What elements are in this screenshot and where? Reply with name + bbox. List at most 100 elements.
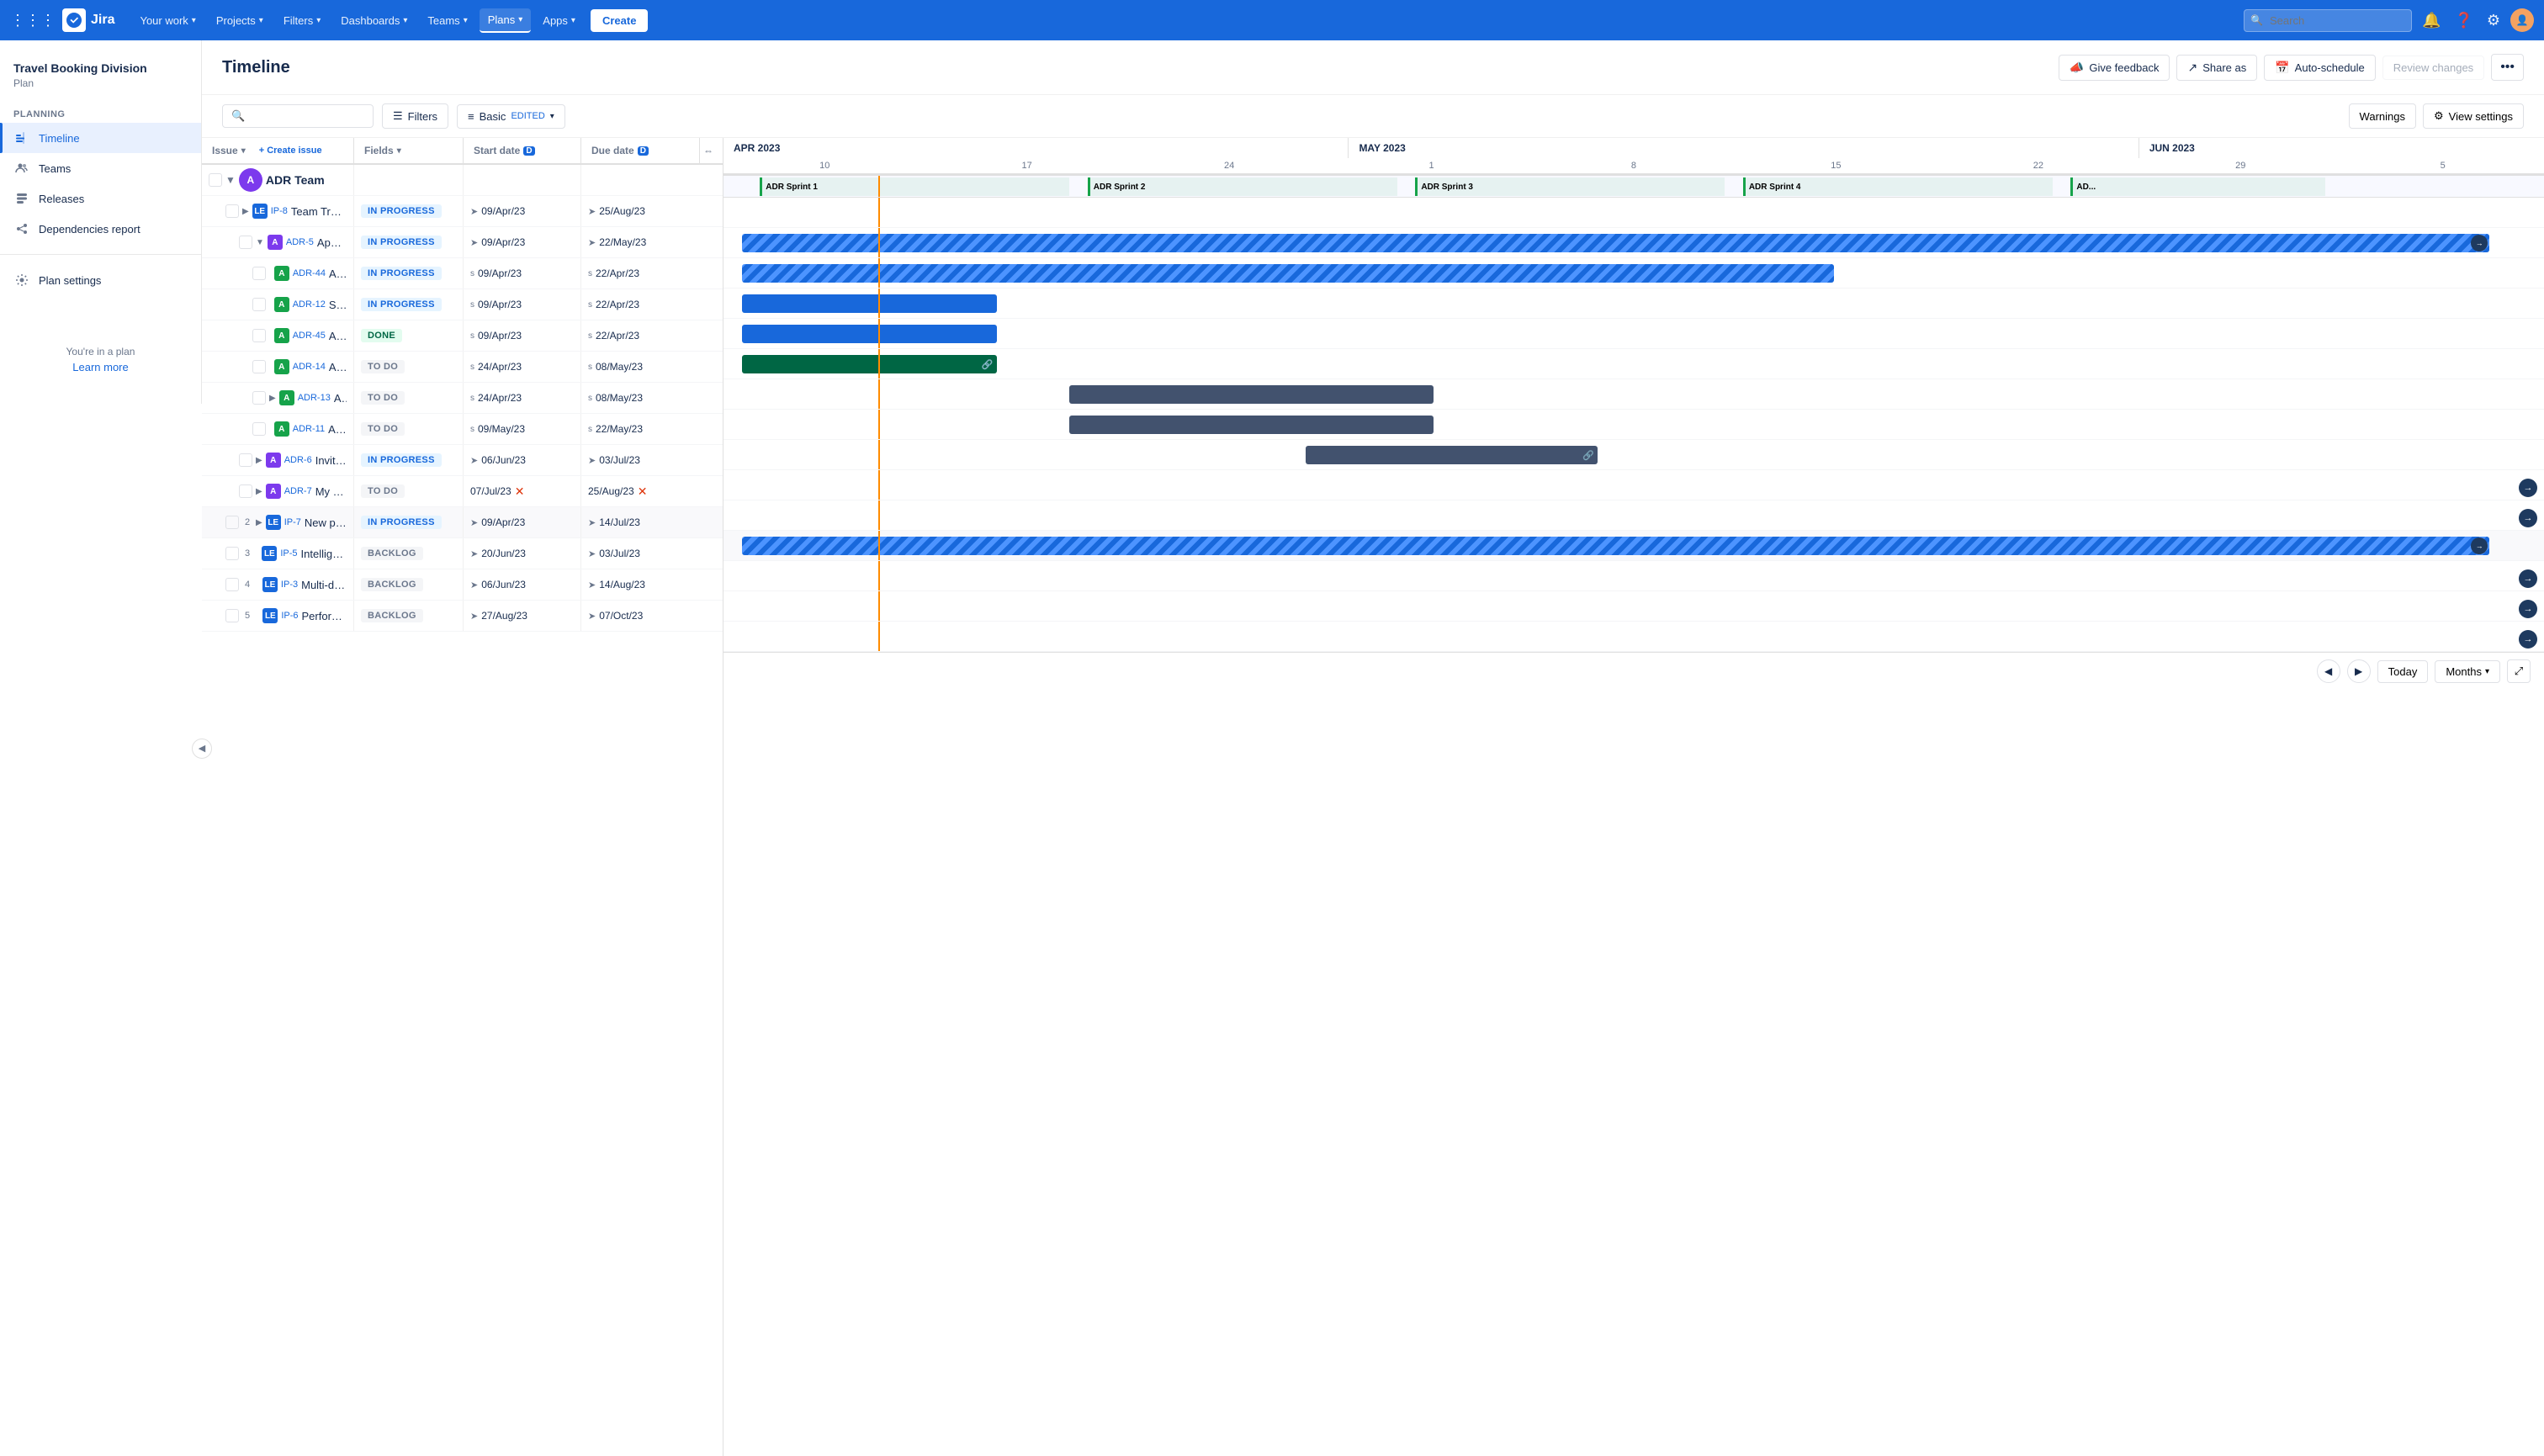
issue-id[interactable]: ADR-12 xyxy=(293,299,326,310)
give-feedback-button[interactable]: 📣 Give feedback xyxy=(2059,55,2170,81)
timeline-search[interactable]: 🔍 xyxy=(222,104,374,128)
expand-icon[interactable]: ▼ xyxy=(225,174,236,186)
gantt-bar-arrow: → xyxy=(2471,235,2488,251)
expand-icon[interactable]: ▶ xyxy=(256,456,262,465)
expand-icon[interactable]: ▼ xyxy=(256,238,264,247)
jira-wordmark: Jira xyxy=(91,13,114,28)
expand-icon[interactable]: ▶ xyxy=(256,518,262,527)
issue-id[interactable]: IP-6 xyxy=(281,611,298,621)
megaphone-icon: 📣 xyxy=(2070,61,2084,75)
nav-your-work[interactable]: Your work ▾ xyxy=(131,9,204,32)
issue-id[interactable]: ADR-11 xyxy=(293,424,325,434)
nav-projects[interactable]: Projects ▾ xyxy=(208,9,272,32)
gantt-next-button[interactable]: ▶ xyxy=(2347,659,2371,683)
issue-id[interactable]: IP-3 xyxy=(281,580,298,590)
more-options-button[interactable]: ••• xyxy=(2491,54,2524,81)
due-date: 07/Oct/23 xyxy=(599,610,643,622)
settings-icon[interactable]: ⚙ xyxy=(2483,8,2504,33)
sidebar-item-label-releases: Releases xyxy=(39,193,84,205)
issue-id[interactable]: ADR-5 xyxy=(286,237,314,247)
sidebar-item-label-teams: Teams xyxy=(39,162,71,175)
gantt-prev-button[interactable]: ◀ xyxy=(2317,659,2340,683)
review-changes-button[interactable]: Review changes xyxy=(2382,56,2484,80)
row-checkbox[interactable] xyxy=(225,516,239,529)
row-checkbox[interactable] xyxy=(252,422,266,436)
auto-schedule-button[interactable]: 📅 Auto-schedule xyxy=(2264,55,2376,81)
row-checkbox[interactable] xyxy=(225,547,239,560)
due-cell: s 22/Apr/23 xyxy=(581,258,699,289)
gantt-off-screen-arrow: → xyxy=(2519,630,2537,649)
issue-id[interactable]: ADR-13 xyxy=(298,393,331,403)
issue-label: Issue ▾ xyxy=(212,145,246,156)
timeline-search-input[interactable] xyxy=(250,110,351,122)
row-checkbox[interactable] xyxy=(252,267,266,280)
notifications-icon[interactable]: 🔔 xyxy=(2419,8,2444,33)
search-input[interactable] xyxy=(2244,9,2412,32)
expand-icon[interactable]: ▶ xyxy=(256,487,262,496)
filters-button[interactable]: ☰ Filters xyxy=(382,103,448,129)
jira-logo[interactable]: Jira xyxy=(62,8,114,32)
share-as-button[interactable]: ↗ Share as xyxy=(2176,55,2257,81)
row-checkbox[interactable] xyxy=(225,204,239,218)
create-issue-btn[interactable]: + Create issue xyxy=(259,146,322,156)
clear-date-icon[interactable]: ✕ xyxy=(638,484,648,499)
gantt-month-jun: JUN 2023 xyxy=(2139,138,2544,158)
expand-icon[interactable]: ▶ xyxy=(242,207,249,216)
chevron-down-icon[interactable]: ▾ xyxy=(241,146,246,156)
view-settings-button[interactable]: ⚙ View settings xyxy=(2423,103,2524,129)
sidebar-item-plan-settings[interactable]: Plan settings xyxy=(0,265,201,295)
sidebar-wrap: Travel Booking Division Plan PLANNING Ti… xyxy=(0,40,202,1456)
status-badge: IN PROGRESS xyxy=(361,516,442,529)
gantt-months-row: APR 2023 MAY 2023 JUN 2023 xyxy=(723,138,2544,158)
user-avatar[interactable]: 👤 xyxy=(2510,8,2534,32)
nav-dashboards[interactable]: Dashboards ▾ xyxy=(332,9,416,32)
start-s-icon: s xyxy=(470,394,474,403)
fields-label[interactable]: Fields ▾ xyxy=(364,145,453,156)
sidebar-item-teams[interactable]: Teams xyxy=(0,153,201,183)
nav-teams[interactable]: Teams ▾ xyxy=(419,9,475,32)
start-date: 09/Apr/23 xyxy=(481,516,525,528)
sidebar-item-timeline[interactable]: Timeline xyxy=(0,123,201,153)
row-checkbox[interactable] xyxy=(209,173,222,187)
issue-id[interactable]: ADR-7 xyxy=(284,486,312,496)
help-icon[interactable]: ❓ xyxy=(2451,8,2476,33)
nav-plans[interactable]: Plans ▾ xyxy=(480,8,532,33)
clear-date-icon[interactable]: ✕ xyxy=(515,484,525,499)
sidebar-item-releases[interactable]: Releases xyxy=(0,183,201,214)
learn-more-link[interactable]: Learn more xyxy=(13,361,188,373)
issue-id[interactable]: ADR-44 xyxy=(293,268,326,278)
issue-id[interactable]: ADR-14 xyxy=(293,362,326,372)
row-checkbox[interactable] xyxy=(252,329,266,342)
expand-full-button[interactable]: ⤢ xyxy=(2507,659,2531,683)
create-button[interactable]: Create xyxy=(591,9,648,32)
nav-apps[interactable]: Apps ▾ xyxy=(534,9,584,32)
expand-icon[interactable]: ▶ xyxy=(269,394,276,403)
issue-id[interactable]: ADR-45 xyxy=(293,331,326,341)
grid-icon[interactable]: ⋮⋮⋮ xyxy=(10,12,56,29)
row-checkbox[interactable] xyxy=(225,578,239,591)
resize-handle[interactable]: ⇔ xyxy=(699,138,723,163)
issue-id[interactable]: IP-7 xyxy=(284,517,301,527)
issue-id[interactable]: IP-8 xyxy=(271,206,288,216)
nav-filters[interactable]: Filters ▾ xyxy=(275,9,329,32)
issue-id[interactable]: ADR-6 xyxy=(284,455,312,465)
sidebar-collapse-button[interactable]: ◀ xyxy=(192,739,212,759)
app-layout: Travel Booking Division Plan PLANNING Ti… xyxy=(0,40,2544,1456)
table-row: ▼ A ADR Team xyxy=(202,165,723,196)
row-checkbox[interactable] xyxy=(225,609,239,622)
due-date: 25/Aug/23 xyxy=(599,205,645,217)
issue-id[interactable]: IP-5 xyxy=(280,548,297,559)
start-date: 06/Jun/23 xyxy=(481,454,526,466)
status-cell: BACKLOG xyxy=(354,569,464,600)
months-button[interactable]: Months ▾ xyxy=(2435,660,2500,683)
basic-button[interactable]: ≡ Basic EDITED ▾ xyxy=(457,104,565,129)
row-checkbox[interactable] xyxy=(239,236,252,249)
row-checkbox[interactable] xyxy=(252,391,266,405)
row-checkbox[interactable] xyxy=(239,484,252,498)
row-checkbox[interactable] xyxy=(239,453,252,467)
sidebar-item-dependencies[interactable]: Dependencies report xyxy=(0,214,201,244)
warnings-button[interactable]: Warnings xyxy=(2349,103,2416,129)
row-checkbox[interactable] xyxy=(252,298,266,311)
today-button[interactable]: Today xyxy=(2377,660,2429,683)
row-checkbox[interactable] xyxy=(252,360,266,373)
